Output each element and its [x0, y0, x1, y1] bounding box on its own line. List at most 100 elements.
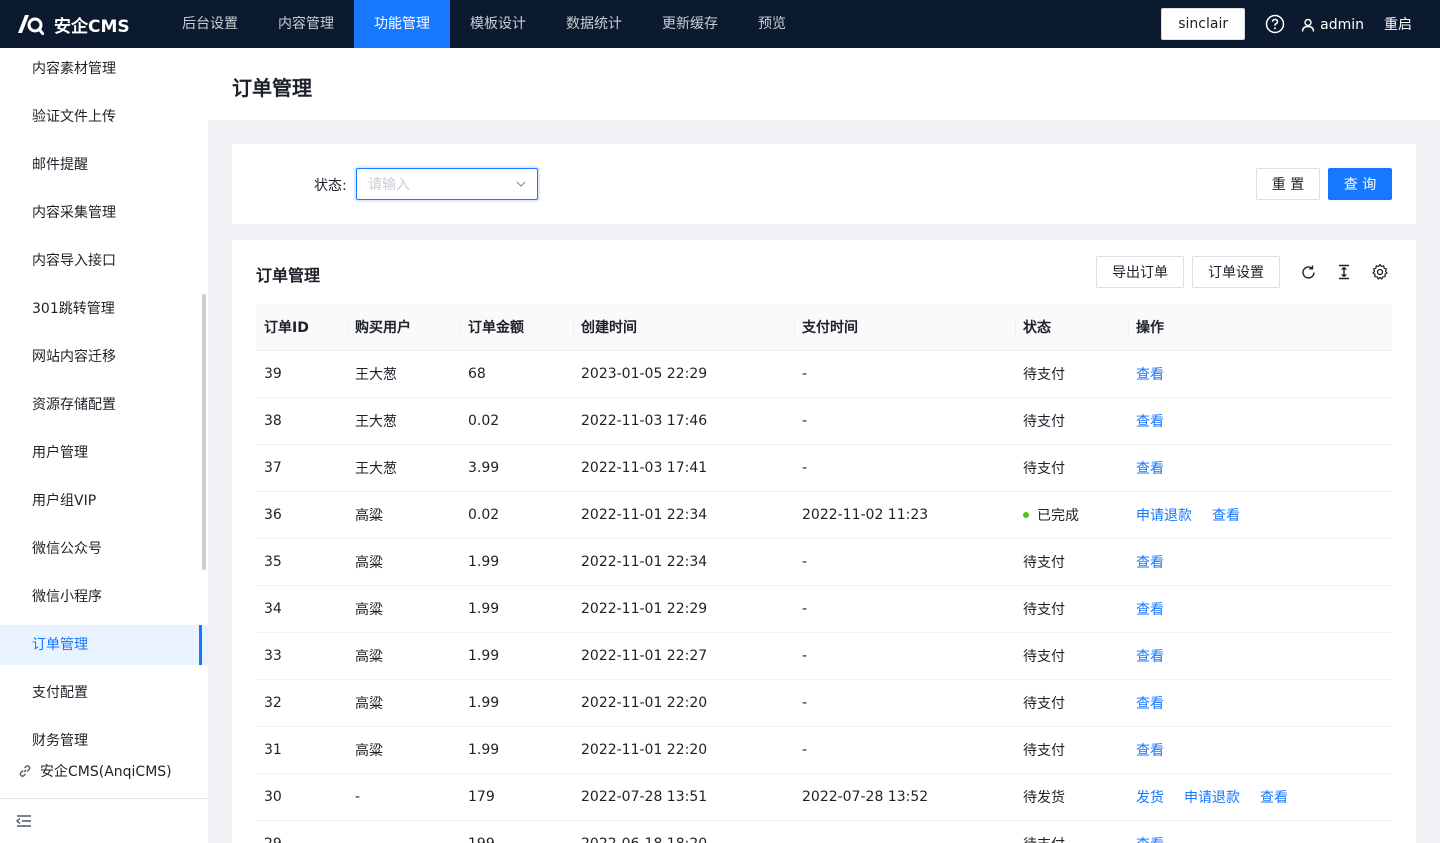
- cell-status: 待支付: [1015, 350, 1128, 398]
- row-action-link[interactable]: 查看: [1136, 743, 1164, 759]
- row-action-link[interactable]: 发货: [1136, 790, 1164, 806]
- nav-item[interactable]: 更新缓存: [642, 0, 738, 48]
- table-row: 31 高粱 1.99 2022-11-01 22:20- 待支付 查看: [256, 726, 1392, 774]
- status-select[interactable]: 请输入: [356, 168, 538, 200]
- restart-link[interactable]: 重启: [1384, 14, 1412, 34]
- nav-item[interactable]: 模板设计: [450, 0, 546, 48]
- column-header: 订单ID: [256, 304, 347, 351]
- cell-paid: -: [794, 444, 1015, 492]
- column-height-icon[interactable]: [1334, 262, 1354, 282]
- table-row: 39 王大葱 68 2023-01-05 22:29- 待支付 查看: [256, 350, 1392, 398]
- row-action-link[interactable]: 查看: [1136, 555, 1164, 571]
- cell-amount: 1.99: [460, 538, 573, 586]
- menu-fold-icon: [16, 815, 31, 827]
- cell-id: 38: [256, 397, 347, 445]
- cell-user: 王大葱: [347, 397, 460, 445]
- orders-table: 订单ID 购买用户 订单金额 创建时间 支付时间 状态 操作 39 王大葱 68 2023-01-…: [256, 304, 1392, 843]
- chevron-down-icon: [516, 181, 526, 187]
- cell-paid: -: [794, 726, 1015, 774]
- column-header: 创建时间: [573, 304, 794, 351]
- reload-icon[interactable]: [1298, 262, 1318, 282]
- row-action-link[interactable]: 查看: [1136, 649, 1164, 665]
- reset-button[interactable]: 重 置: [1256, 168, 1320, 200]
- order-settings-button[interactable]: 订单设置: [1192, 256, 1280, 288]
- row-action-link[interactable]: 查看: [1136, 837, 1164, 843]
- cell-paid: 2022-07-28 13:52: [794, 773, 1015, 821]
- gear-icon[interactable]: [1370, 262, 1390, 282]
- cell-created: 2022-11-01 22:20: [573, 679, 794, 727]
- row-action-link[interactable]: 查看: [1212, 508, 1240, 524]
- sidebar-item[interactable]: 微信小程序: [0, 577, 208, 617]
- table-row: 29-1992022-06-18 18:20-待支付查看: [256, 820, 1392, 843]
- status-text: 待支付: [1023, 554, 1065, 571]
- cell-id: 32: [256, 679, 347, 727]
- nav-item[interactable]: 内容管理: [258, 0, 354, 48]
- sidebar-item[interactable]: 验证文件上传: [0, 97, 208, 137]
- table-row: 32 高粱 1.99 2022-11-01 22:20- 待支付 查看: [256, 679, 1392, 727]
- nav-item[interactable]: 功能管理: [354, 0, 450, 48]
- table-row: 38 王大葱 0.02 2022-11-03 17:46- 待支付 查看: [256, 397, 1392, 445]
- row-action-link[interactable]: 查看: [1136, 696, 1164, 712]
- cell-id: 30: [256, 773, 347, 821]
- sidebar-item[interactable]: 内容导入接口: [0, 241, 208, 281]
- sidebar-collapse-toggle[interactable]: [0, 798, 208, 843]
- cell-actions: 查看: [1128, 726, 1392, 774]
- cell-user: 高粱: [347, 726, 460, 774]
- cell-id: 29: [256, 820, 347, 843]
- table-row: 37 王大葱 3.99 2022-11-03 17:41- 待支付 查看: [256, 444, 1392, 492]
- sidebar-footer-link[interactable]: 安企CMS(AnqiCMS): [0, 751, 208, 791]
- sidebar-item[interactable]: 微信公众号: [0, 529, 208, 569]
- row-action-link[interactable]: 查看: [1136, 367, 1164, 383]
- logo[interactable]: 安企CMS: [0, 0, 170, 48]
- status-text: 待支付: [1023, 837, 1065, 843]
- cell-id: 37: [256, 444, 347, 492]
- row-action-link[interactable]: 申请退款: [1184, 790, 1240, 806]
- sidebar-item[interactable]: 邮件提醒: [0, 145, 208, 185]
- row-action-link[interactable]: 查看: [1260, 790, 1288, 806]
- app-name: 安企CMS: [54, 16, 130, 37]
- table-row: 35 高粱 1.99 2022-11-01 22:34- 待支付 查看: [256, 538, 1392, 586]
- cell-amount: 1.99: [460, 679, 573, 727]
- sidebar-item[interactable]: 用户组VIP: [0, 481, 208, 521]
- cell-status: 待支付: [1015, 632, 1128, 680]
- sidebar-item[interactable]: 订单管理: [0, 625, 208, 665]
- cell-created: 2022-11-01 22:29: [573, 585, 794, 633]
- admin-menu[interactable]: admin: [1301, 17, 1364, 33]
- sidebar-item[interactable]: 用户管理: [0, 433, 208, 473]
- export-orders-button[interactable]: 导出订单: [1096, 256, 1184, 288]
- cell-status: 待发货: [1015, 773, 1128, 821]
- cell-paid: 2022-11-02 11:23: [794, 491, 1015, 539]
- row-action-link[interactable]: 查看: [1136, 414, 1164, 430]
- status-text: 待支付: [1023, 366, 1065, 383]
- cell-created: 2022-07-28 13:51: [573, 773, 794, 821]
- site-user-button[interactable]: sinclair: [1161, 8, 1246, 40]
- cell-user: 高粱: [347, 585, 460, 633]
- cell-id: 35: [256, 538, 347, 586]
- page-title: 订单管理: [232, 76, 312, 100]
- column-header: 状态: [1015, 304, 1128, 351]
- row-action-link[interactable]: 查看: [1136, 461, 1164, 477]
- nav-item[interactable]: 数据统计: [546, 0, 642, 48]
- cell-id: 34: [256, 585, 347, 633]
- cell-actions: 查看: [1128, 538, 1392, 586]
- cell-status: 待支付: [1015, 585, 1128, 633]
- page-header: 订单管理: [208, 48, 1440, 120]
- search-button[interactable]: 查 询: [1328, 168, 1392, 200]
- status-filter-label: 状态:: [314, 178, 347, 194]
- sidebar-item[interactable]: 内容素材管理: [0, 49, 208, 89]
- nav-item[interactable]: 预览: [738, 0, 806, 48]
- sidebar-item[interactable]: 支付配置: [0, 673, 208, 713]
- help-icon[interactable]: [1265, 14, 1285, 34]
- cell-status: 已完成: [1015, 491, 1128, 539]
- table-row: 33 高粱 1.99 2022-11-01 22:27- 待支付 查看: [256, 632, 1392, 680]
- sidebar-scrollbar[interactable]: [202, 294, 206, 570]
- sidebar-item[interactable]: 资源存储配置: [0, 385, 208, 425]
- row-action-link[interactable]: 查看: [1136, 602, 1164, 618]
- sidebar-item[interactable]: 301跳转管理: [0, 289, 208, 329]
- sidebar-item[interactable]: 内容采集管理: [0, 193, 208, 233]
- sidebar-item[interactable]: 网站内容迁移: [0, 337, 208, 377]
- row-action-link[interactable]: 申请退款: [1136, 508, 1192, 524]
- cell-amount: 0.02: [460, 491, 573, 539]
- nav-item[interactable]: 后台设置: [162, 0, 258, 48]
- table-body: 39 王大葱 68 2023-01-05 22:29- 待支付 查看 38 王大葱 0.02 20…: [256, 350, 1392, 843]
